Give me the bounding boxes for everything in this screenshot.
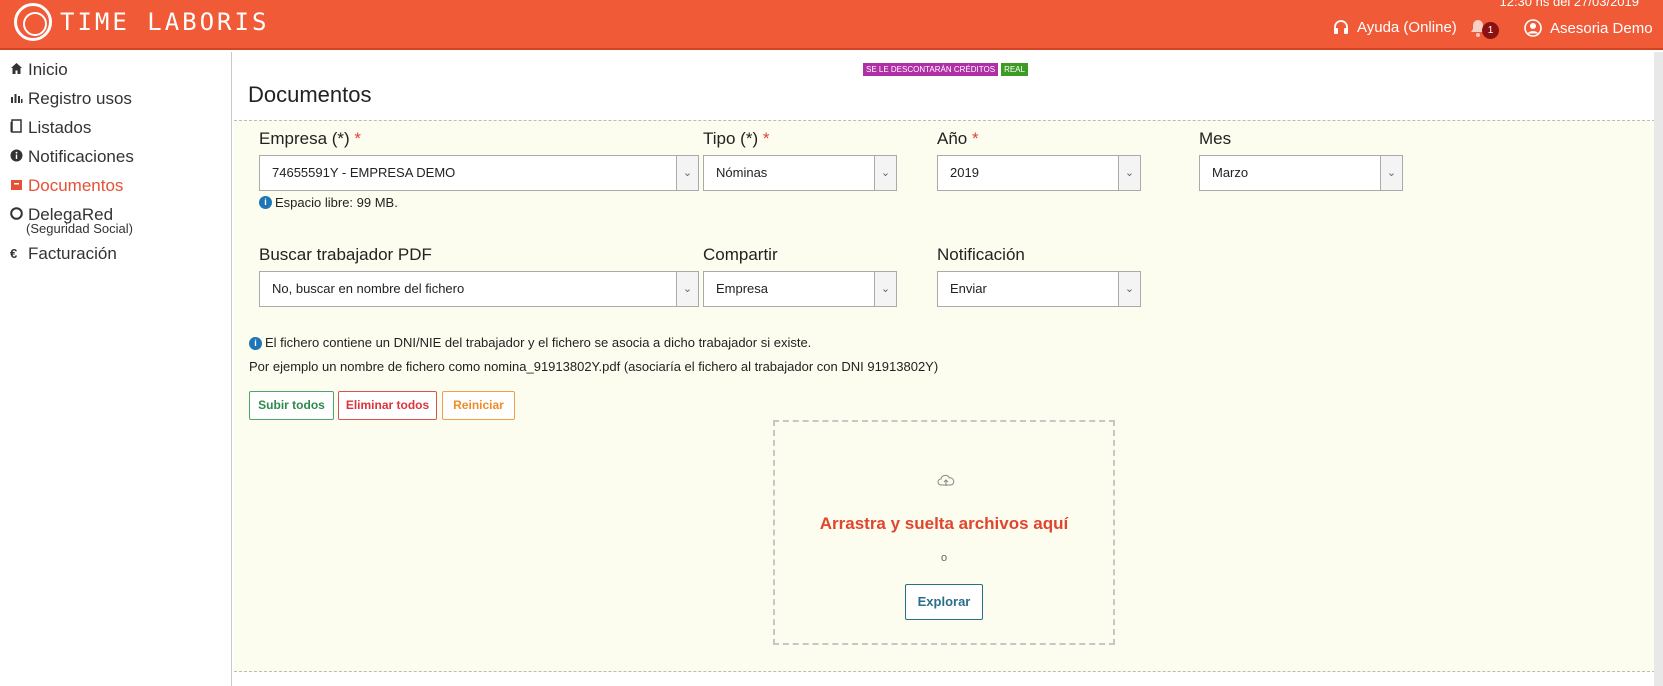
tipo-label: Tipo (*): [703, 129, 759, 148]
required-mark: *: [762, 129, 770, 148]
datetime: 12:30 hs del 27/03/2019: [1499, 0, 1639, 9]
mes-select[interactable]: Marzo ⌄: [1199, 155, 1403, 191]
notificacion-select[interactable]: Enviar ⌄: [937, 271, 1141, 307]
buscar-label: Buscar trabajador PDF: [259, 245, 432, 264]
sidebar-item-label: Registro usos: [28, 88, 132, 108]
info-icon: i: [249, 337, 262, 351]
file-dropzone[interactable]: Arrastra y suelta archivos aquí o Explor…: [773, 420, 1115, 645]
user-label: Asesoria Demo: [1550, 19, 1653, 37]
dni-info-line2: Por ejemplo un nombre de fichero como no…: [249, 359, 939, 374]
sidebar-item-documentos[interactable]: Documentos: [0, 171, 231, 200]
sidebar-item-label: Inicio: [28, 59, 68, 79]
compartir-label: Compartir: [703, 245, 778, 264]
compartir-select[interactable]: Empresa ⌄: [703, 271, 897, 307]
anio-value: 2019: [950, 165, 979, 180]
vertical-scrollbar[interactable]: [1654, 52, 1663, 686]
notificacion-value: Enviar: [950, 281, 987, 296]
dni-info: i El fichero contiene un DNI/NIE del trab…: [249, 335, 812, 351]
required-mark: *: [971, 129, 979, 148]
page-title: Documentos: [248, 82, 372, 107]
notificacion-label: Notificación: [937, 245, 1025, 264]
credits-badge: SE LE DESCONTARÁN CRÉDITOS: [863, 63, 999, 76]
tipo-select[interactable]: Nóminas ⌄: [703, 155, 897, 191]
headset-icon: [1334, 19, 1348, 34]
circle-icon: [10, 206, 24, 223]
reset-button[interactable]: Reiniciar: [442, 391, 515, 420]
mes-value: Marzo: [1212, 165, 1249, 180]
empresa-label: Empresa (*): [259, 129, 350, 148]
chevron-down-icon[interactable]: ⌄: [1380, 156, 1402, 190]
anio-field: Año * 2019 ⌄: [937, 129, 1141, 191]
empresa-select[interactable]: 74655591Y - EMPRESA DEMO ⌄: [259, 155, 699, 191]
sidebar-item-inicio[interactable]: Inicio: [0, 55, 231, 84]
chevron-down-icon[interactable]: ⌄: [874, 272, 896, 306]
info-circle-icon: [10, 149, 24, 165]
delete-all-button[interactable]: Eliminar todos: [338, 391, 437, 420]
logo[interactable]: TIME LABORIS: [14, 2, 269, 42]
top-bar: TIME LABORIS 12:30 hs del 27/03/2019 Ayu…: [0, 0, 1663, 50]
browse-button[interactable]: Explorar: [905, 584, 983, 620]
help-label: Ayuda (Online): [1357, 19, 1457, 36]
sidebar-item-registro-usos[interactable]: Registro usos: [0, 84, 231, 113]
notificacion-field: Notificación Enviar ⌄: [937, 245, 1141, 307]
user-menu[interactable]: Asesoria Demo: [1524, 19, 1653, 37]
tipo-value: Nóminas: [716, 165, 768, 180]
space-info-text: Espacio libre: 99 MB.: [275, 195, 398, 210]
compartir-value: Empresa: [716, 281, 769, 296]
bar-chart-icon: [10, 91, 24, 107]
sidebar: Inicio Registro usos Listados Notificaci…: [0, 52, 232, 686]
upload-all-button[interactable]: Subir todos: [249, 391, 334, 420]
notifications-button[interactable]: 1: [1468, 18, 1499, 43]
tipo-field: Tipo (*) * Nóminas ⌄: [703, 129, 897, 191]
mes-field: Mes Marzo ⌄: [1199, 129, 1403, 191]
sidebar-item-facturacion[interactable]: € Facturación: [0, 239, 231, 268]
dropzone-text: Arrastra y suelta archivos aquí: [819, 514, 1069, 533]
home-icon: [10, 62, 24, 78]
buscar-select[interactable]: No, buscar en nombre del fichero ⌄: [259, 271, 699, 307]
sidebar-item-listados[interactable]: Listados: [0, 113, 231, 142]
sidebar-item-label: Notificaciones: [28, 146, 134, 166]
dropzone-or: o: [940, 552, 948, 564]
sidebar-item-label: Facturación: [28, 243, 117, 263]
required-mark: *: [354, 129, 362, 148]
anio-label: Año: [937, 129, 968, 148]
anio-select[interactable]: 2019 ⌄: [937, 155, 1141, 191]
sidebar-item-label: Documentos: [28, 175, 124, 195]
chevron-down-icon[interactable]: ⌄: [676, 272, 698, 306]
help-link[interactable]: Ayuda (Online): [1333, 19, 1457, 36]
logo-text: TIME LABORIS: [60, 8, 270, 36]
cloud-upload-icon: [937, 474, 955, 486]
sidebar-item-sublabel: (Seguridad Social): [26, 221, 133, 236]
buscar-field: Buscar trabajador PDF No, buscar en nomb…: [259, 245, 699, 307]
empresa-field: Empresa (*) * 74655591Y - EMPRESA DEMO ⌄: [259, 129, 699, 191]
chevron-down-icon[interactable]: ⌄: [1118, 272, 1140, 306]
space-info: i Espacio libre: 99 MB.: [259, 194, 398, 212]
archive-icon: [10, 178, 24, 194]
notification-count-badge: 1: [1482, 22, 1499, 39]
user-icon: [1524, 19, 1542, 37]
chevron-down-icon[interactable]: ⌄: [676, 156, 698, 190]
mode-badges: SE LE DESCONTARÁN CRÉDITOS REAL: [863, 63, 1028, 76]
sidebar-item-notificaciones[interactable]: Notificaciones: [0, 142, 231, 171]
buscar-value: No, buscar en nombre del fichero: [272, 281, 465, 296]
empresa-value: 74655591Y - EMPRESA DEMO: [272, 165, 456, 180]
info-icon: i: [259, 196, 272, 210]
dni-info-line1: El fichero contiene un DNI/NIE del traba…: [265, 335, 812, 350]
chevron-down-icon[interactable]: ⌄: [874, 156, 896, 190]
logo-mark: [14, 3, 52, 41]
euro-icon: €: [10, 246, 18, 261]
chevron-down-icon[interactable]: ⌄: [1118, 156, 1140, 190]
document-icon: [10, 119, 24, 136]
sidebar-item-label: Listados: [28, 117, 92, 137]
compartir-field: Compartir Empresa ⌄: [703, 245, 897, 307]
real-badge: REAL: [1001, 63, 1028, 76]
mes-label: Mes: [1199, 129, 1232, 148]
